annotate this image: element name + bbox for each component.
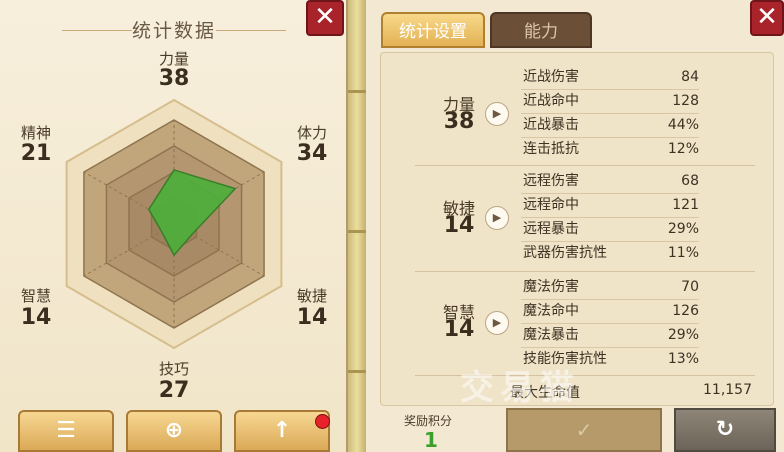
close-button-right[interactable]: ✕ [750,0,784,36]
stats-details: 力量 38 ▶ 近战伤害 84 近战命中 128 近战暴击 44% 连击抵抗 1… [380,52,774,406]
watermark: 交易猫 [460,368,580,408]
stat-settings-panel: 统计设置 能力 ✕ 力量 38 ▶ 近战伤害 84 近战命中 128 近战暴击 … [366,0,784,452]
play-icon: ▶ [492,107,502,120]
tab-abilities[interactable]: 能力 [490,12,592,48]
row-value: 68 [681,173,699,189]
stat-label-agility: 敏捷 [296,287,327,305]
row-name: 远程伤害 [523,173,579,189]
expand-wisdom-button[interactable]: ▶ [485,311,509,335]
group-divider [415,271,755,272]
row-name: 近战暴击 [523,117,579,133]
stat-value-spirit: 21 [20,141,52,166]
row-name: 远程命中 [523,197,579,213]
group-divider [415,165,755,166]
stat-value-strength: 38 [158,66,190,91]
arrow-up-icon: ↑ [272,418,292,443]
row-name: 近战命中 [523,93,579,109]
upgrade-button[interactable]: ↑ [234,410,330,452]
stat-label-stamina: 体力 [296,124,327,142]
notification-dot [315,414,330,429]
stat-value-skill: 27 [158,378,190,403]
max-hp-value: 11,157 [703,382,752,398]
row-value: 84 [681,69,699,85]
close-button[interactable]: ✕ [306,0,344,36]
row-name: 魔法命中 [523,303,579,319]
stat-label-wisdom: 智慧 [20,287,51,305]
stats-panel: 统计数据 力量 38 体力 34 敏捷 14 技巧 27 智慧 14 精神 21… [0,0,348,452]
reward-points-label: 奖励积分 [404,414,453,428]
reward-points-value: 1 [424,428,438,452]
reset-button[interactable]: ↻ [674,408,776,452]
row-value: 11% [667,245,699,261]
row-value: 126 [672,303,699,319]
row-value: 70 [681,279,699,295]
expand-agility-button[interactable]: ▶ [485,206,509,230]
row-name: 武器伤害抗性 [523,245,607,261]
group-value-agility: 14 [443,213,475,238]
row-name: 连击抵抗 [523,141,579,157]
stat-value-agility: 14 [296,305,328,330]
row-name: 近战伤害 [523,69,579,85]
stat-value-stamina: 34 [296,141,328,166]
close-icon: ✕ [314,2,336,32]
play-icon: ▶ [492,316,502,329]
stat-label-spirit: 精神 [20,124,51,142]
row-value: 128 [672,93,699,109]
confirm-button[interactable]: ✓ [506,408,662,452]
row-value: 44% [667,117,699,133]
expand-strength-button[interactable]: ▶ [485,102,509,126]
close-icon: ✕ [756,2,778,32]
row-value: 13% [667,351,699,367]
zoom-icon: ⊕ [164,418,184,443]
bamboo-divider [348,0,366,452]
stat-label-skill: 技巧 [158,360,189,378]
zoom-button[interactable]: ⊕ [126,410,222,452]
row-name: 远程暴击 [523,221,579,237]
row-name: 魔法暴击 [523,327,579,343]
play-icon: ▶ [492,211,502,224]
stat-value-wisdom: 14 [20,305,52,330]
check-icon: ✓ [575,418,593,442]
group-value-wisdom: 14 [443,317,475,342]
group-value-strength: 38 [443,109,475,134]
refresh-icon: ↻ [715,417,735,442]
row-value: 29% [667,327,699,343]
row-value: 29% [667,221,699,237]
row-value: 121 [672,197,699,213]
list-icon: ☰ [56,418,76,443]
list-button[interactable]: ☰ [18,410,114,452]
tab-stat-settings[interactable]: 统计设置 [381,12,485,48]
row-name: 魔法伤害 [523,279,579,295]
row-value: 12% [667,141,699,157]
